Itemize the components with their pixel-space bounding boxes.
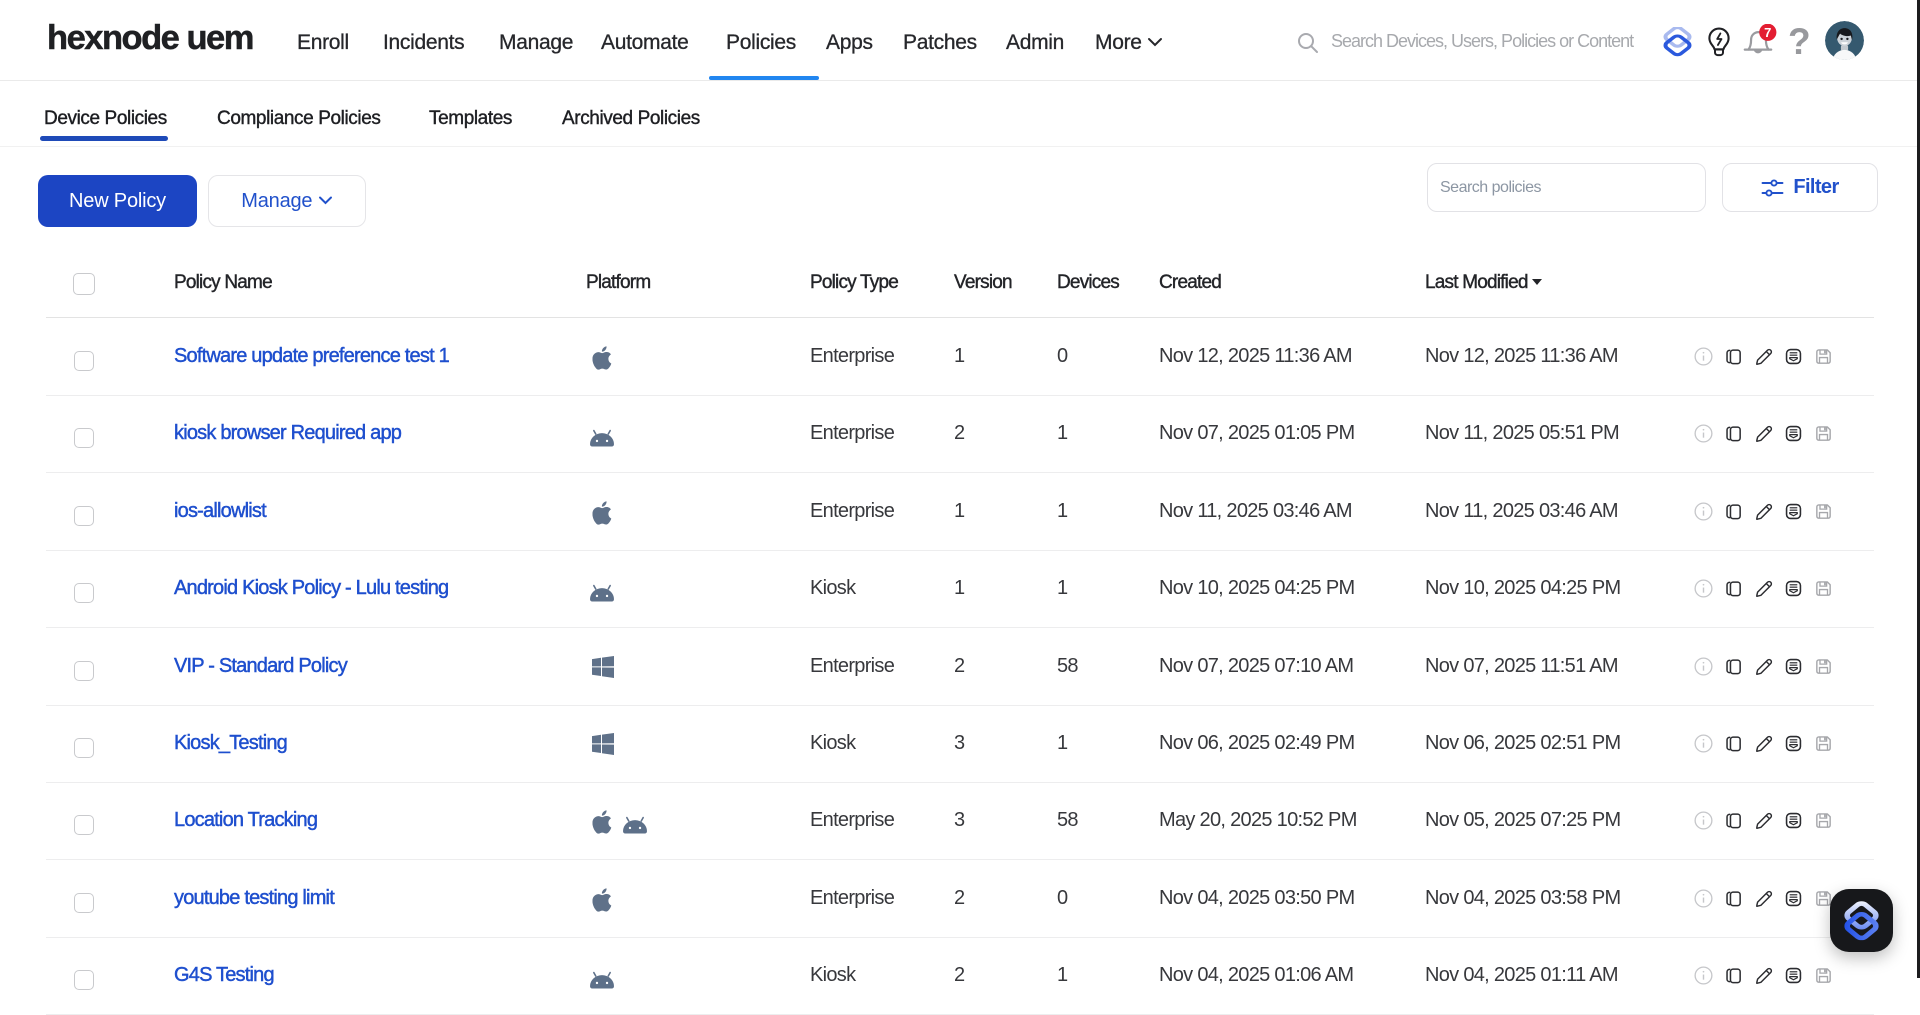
- svg-text:7: 7: [1764, 25, 1771, 40]
